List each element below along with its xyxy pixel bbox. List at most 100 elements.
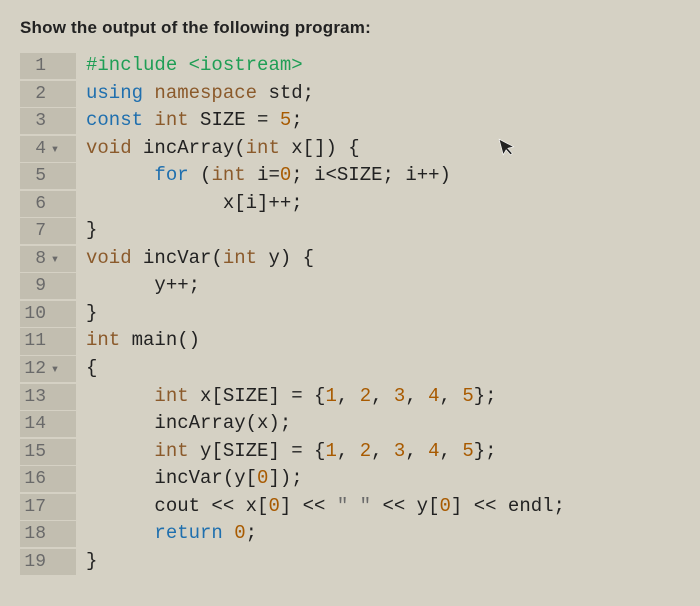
line-number: 14 [20,411,76,437]
line-number: 2 [20,81,76,107]
code-token: , [405,385,428,407]
code-content: for (int i=0; i<SIZE; i++) [86,162,451,190]
code-line: 14 incArray(x); [20,410,680,438]
code-token: , [405,440,428,462]
line-number-value: 14 [24,411,46,437]
line-number: 5 [20,163,76,189]
code-token: i= [246,164,280,186]
line-number-value: 6 [35,191,46,217]
code-token: ; [291,109,302,131]
code-token [143,109,154,131]
line-number-value: 7 [35,218,46,244]
code-line: 4▾ void incArray(int x[]) { [20,135,680,163]
code-line: 18 return 0; [20,520,680,548]
line-number-value: 2 [35,81,46,107]
code-token [223,522,234,544]
code-content: int x[SIZE] = {1, 2, 3, 4, 5}; [86,383,497,411]
code-content: { [86,355,97,383]
fold-toggle-icon[interactable]: ▾ [48,250,62,270]
code-token: 5 [280,109,291,131]
code-token: int [154,109,188,131]
code-token: incVar(y[ [86,467,257,489]
code-token: ; i<SIZE; i++) [291,164,451,186]
code-content: void incArray(int x[]) { [86,135,360,163]
code-token [143,82,154,104]
code-content: using namespace std; [86,80,314,108]
code-line: 9 y++; [20,272,680,300]
code-token: 2 [360,440,371,462]
code-token: int [154,385,188,407]
code-token: y) { [257,247,314,269]
code-line: 15 int y[SIZE] = {1, 2, 3, 4, 5}; [20,438,680,466]
code-token: 0 [268,495,279,517]
code-token: #include [86,54,177,76]
line-number: 12▾ [20,356,76,382]
line-number-value: 19 [24,549,46,575]
code-content: x[i]++; [86,190,303,218]
code-token: 5 [462,385,473,407]
code-content: incVar(y[0]); [86,465,303,493]
line-number-value: 12 [24,356,46,382]
code-token: }; [474,385,497,407]
code-token: 0 [257,467,268,489]
line-number: 7 [20,218,76,244]
code-token: for [154,164,188,186]
code-line: 19} [20,548,680,576]
line-number-value: 17 [24,494,46,520]
code-token: main() [120,329,200,351]
code-block: 1#include <iostream>2using namespace std… [20,52,680,575]
code-token: SIZE = [189,109,280,131]
code-line: 17 cout << x[0] << " " << y[0] << endl; [20,493,680,521]
code-content: cout << x[0] << " " << y[0] << endl; [86,493,565,521]
code-content: #include <iostream> [86,52,303,80]
code-token: void [86,247,132,269]
code-token: void [86,137,132,159]
line-number: 6 [20,191,76,217]
question-prompt: Show the output of the following program… [20,18,680,38]
code-content: return 0; [86,520,257,548]
code-token [86,385,154,407]
code-line: 10} [20,300,680,328]
line-number-value: 11 [24,328,46,354]
line-number-value: 4 [35,136,46,162]
line-number-value: 10 [24,301,46,327]
line-number: 11 [20,328,76,354]
code-token: } [86,302,97,324]
code-content: void incVar(int y) { [86,245,314,273]
fold-toggle-icon[interactable]: ▾ [48,140,62,160]
code-token: , [440,440,463,462]
code-token: , [440,385,463,407]
code-token: }; [474,440,497,462]
code-token: ] << endl; [451,495,565,517]
code-token: x[]) { [280,137,360,159]
line-number: 15 [20,439,76,465]
code-token: x[SIZE] = { [189,385,326,407]
line-number: 10 [20,301,76,327]
line-number-value: 9 [35,273,46,299]
line-number: 19 [20,549,76,575]
code-token: 2 [360,385,371,407]
code-token: ] << [280,495,337,517]
code-token: 5 [462,440,473,462]
code-token: return [154,522,222,544]
code-line: 11 int main() [20,327,680,355]
line-number-value: 18 [24,521,46,547]
code-content: const int SIZE = 5; [86,107,303,135]
line-number: 9 [20,273,76,299]
code-token: } [86,550,97,572]
code-token: 3 [394,440,405,462]
code-token: << y[ [371,495,439,517]
line-number-value: 13 [24,384,46,410]
fold-toggle-icon[interactable]: ▾ [48,360,62,380]
code-content: int main() [86,327,200,355]
code-token: int [246,137,280,159]
code-token [86,522,154,544]
code-token: ]); [268,467,302,489]
code-token: 3 [394,385,405,407]
code-token: incArray(x); [86,412,291,434]
code-content: } [86,548,97,576]
code-token: std; [257,82,314,104]
code-token: incVar( [132,247,223,269]
code-line: 1#include <iostream> [20,52,680,80]
line-number: 3 [20,108,76,134]
